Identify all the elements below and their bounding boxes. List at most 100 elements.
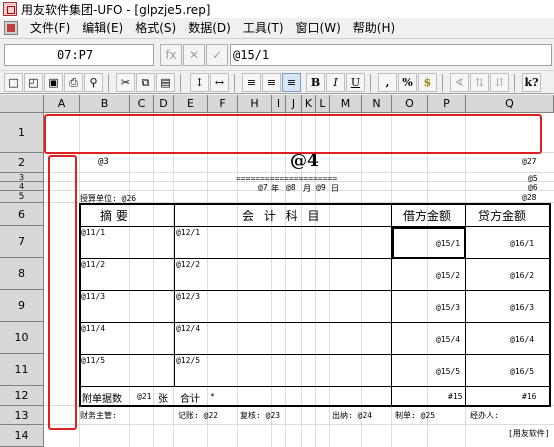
row-header-11[interactable]: 11 (0, 354, 44, 386)
cell-reference-field[interactable]: 07:P7 (4, 44, 154, 66)
row-header-1[interactable]: 1 (0, 113, 44, 153)
italic-button[interactable]: I (326, 73, 345, 92)
debit-cell[interactable]: @15/3 (436, 303, 460, 312)
date-month-code[interactable]: @8 (286, 183, 296, 192)
attachments-unit[interactable]: 张 (158, 390, 168, 405)
cell-q3[interactable]: @5 (528, 174, 538, 183)
column-header-k[interactable]: K (302, 95, 316, 113)
comma-style-button[interactable]: , (378, 73, 397, 92)
bookkeeper-label[interactable]: 记账: @22 (178, 410, 218, 421)
document-icon[interactable] (4, 21, 18, 35)
confirm-button[interactable]: ✓ (206, 44, 228, 66)
row-header-10[interactable]: 10 (0, 322, 44, 354)
row-header-6[interactable]: 6 (0, 203, 44, 226)
account-cell[interactable]: @12/3 (176, 292, 200, 301)
chart-icon[interactable]: ∢ (450, 73, 469, 92)
row-header-9[interactable]: 9 (0, 290, 44, 322)
row-header-5[interactable]: 5 (0, 191, 44, 203)
handler-label[interactable]: 经办人: (470, 410, 499, 421)
account-cell[interactable]: @12/5 (176, 356, 200, 365)
summary-cell[interactable]: @11/1 (81, 228, 105, 237)
column-header-l[interactable]: L (316, 95, 330, 113)
column-header-b[interactable]: B (80, 95, 130, 113)
menu-file[interactable]: 文件(F) (24, 18, 76, 38)
total-credit[interactable]: #16 (522, 392, 536, 401)
align-left-icon[interactable]: ≡ (242, 73, 261, 92)
column-header-n[interactable]: N (362, 95, 392, 113)
column-header-j[interactable]: J (286, 95, 302, 113)
cell-q2[interactable]: @27 (522, 157, 536, 166)
paste-icon[interactable]: ▤ (156, 73, 175, 92)
sort-ascending-icon[interactable]: ⇅ (470, 73, 489, 92)
row-header-4[interactable]: 4 (0, 182, 44, 191)
row-height-icon[interactable]: ↕ (190, 73, 209, 92)
column-header-c[interactable]: C (130, 95, 154, 113)
debit-cell[interactable]: @15/4 (436, 335, 460, 344)
column-header-d[interactable]: D (154, 95, 174, 113)
attachments-count[interactable]: @21 (137, 392, 151, 401)
sort-descending-icon[interactable]: ⇵ (490, 73, 509, 92)
open-folder-icon[interactable]: ◰ (24, 73, 43, 92)
align-center-icon[interactable]: ≡ (262, 73, 281, 92)
row-header-7[interactable]: 7 (0, 226, 44, 258)
account-cell[interactable]: @12/2 (176, 260, 200, 269)
credit-cell[interactable]: @16/3 (510, 303, 534, 312)
summary-cell[interactable]: @11/5 (81, 356, 105, 365)
column-header-i[interactable]: I (272, 95, 286, 113)
formula-input[interactable]: @15/1 (230, 44, 552, 66)
credit-cell[interactable]: @16/5 (510, 367, 534, 376)
bold-button[interactable]: B (306, 73, 325, 92)
preparer-label[interactable]: 制单: @25 (395, 410, 435, 421)
date-day-code[interactable]: @9 (316, 183, 326, 192)
menu-data[interactable]: 数据(D) (182, 18, 237, 38)
debit-cell[interactable]: @15/5 (436, 367, 460, 376)
total-star[interactable]: * (210, 392, 215, 401)
total-label[interactable]: 合计 (180, 390, 200, 405)
column-header-m[interactable]: M (330, 95, 362, 113)
header-summary[interactable]: 摘 要 (100, 207, 128, 224)
row-header-8[interactable]: 8 (0, 258, 44, 290)
underline-button[interactable]: U (346, 73, 365, 92)
row-header-13[interactable]: 13 (0, 406, 44, 425)
summary-cell[interactable]: @11/3 (81, 292, 105, 301)
align-right-icon[interactable]: ≡ (282, 73, 301, 92)
debit-cell[interactable]: @15/2 (436, 271, 460, 280)
row-header-14[interactable]: 14 (0, 425, 44, 447)
column-header-e[interactable]: E (174, 95, 208, 113)
print-icon[interactable]: ⎙ (64, 73, 83, 92)
column-header-p[interactable]: P (428, 95, 466, 113)
row-header-2[interactable]: 2 (0, 153, 44, 173)
column-header-f[interactable]: F (208, 95, 238, 113)
header-debit[interactable]: 借方金额 (403, 207, 451, 224)
cancel-button[interactable]: ✕ (183, 44, 205, 66)
cashier-label[interactable]: 出纳: @24 (332, 410, 372, 421)
context-help-button[interactable]: k? (522, 73, 541, 92)
credit-cell[interactable]: @16/4 (510, 335, 534, 344)
summary-cell[interactable]: @11/2 (81, 260, 105, 269)
column-header-h[interactable]: H (238, 95, 272, 113)
print-preview-icon[interactable]: ⚲ (84, 73, 103, 92)
total-debit[interactable]: #15 (448, 392, 462, 401)
account-cell[interactable]: @12/1 (176, 228, 200, 237)
column-header-q[interactable]: Q (466, 95, 554, 113)
report-title[interactable]: @4 (290, 151, 319, 171)
cell-q5[interactable]: @28 (522, 193, 536, 202)
menu-tools[interactable]: 工具(T) (237, 18, 290, 38)
reviewer-label[interactable]: 复核: @23 (240, 410, 280, 421)
column-header-o[interactable]: O (392, 95, 428, 113)
selected-cell-p7[interactable] (392, 227, 466, 259)
account-cell[interactable]: @12/4 (176, 324, 200, 333)
new-file-icon[interactable]: □ (4, 73, 23, 92)
percent-button[interactable]: % (398, 73, 417, 92)
summary-cell[interactable]: @11/4 (81, 324, 105, 333)
save-icon[interactable]: ▣ (44, 73, 63, 92)
menu-window[interactable]: 窗口(W) (290, 18, 347, 38)
select-all-corner[interactable] (0, 95, 44, 113)
credit-cell[interactable]: @16/2 (510, 271, 534, 280)
menu-format[interactable]: 格式(S) (129, 18, 182, 38)
row-header-12[interactable]: 12 (0, 386, 44, 406)
function-button[interactable]: fx (160, 44, 182, 66)
cut-icon[interactable]: ✂ (116, 73, 135, 92)
menu-help[interactable]: 帮助(H) (347, 18, 401, 38)
header-account[interactable]: 会 计 科 目 (242, 207, 322, 224)
